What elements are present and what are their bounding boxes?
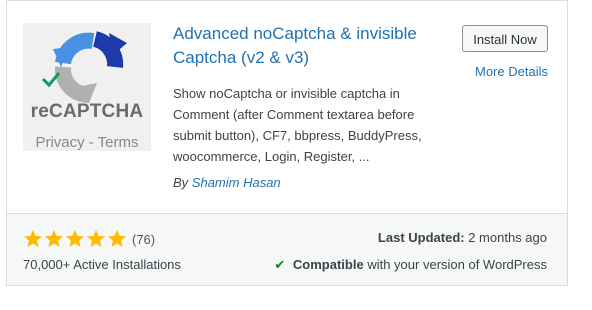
rating-count[interactable]: (76) [132,232,155,247]
star-icon [65,229,85,249]
last-updated-value: 2 months ago [468,230,547,245]
star-rating: (76) [23,229,155,249]
plugin-card: reCAPTCHA Privacy - Terms Advanced noCap… [6,0,568,286]
star-icon [86,229,106,249]
author-link[interactable]: Shamim Hasan [192,175,281,190]
recaptcha-arrows-icon [41,31,127,104]
plugin-name-link[interactable]: Advanced noCaptcha & invisible Captcha (… [173,22,433,70]
compat-strong: Compatible [292,257,364,272]
more-details-link[interactable]: More Details [475,64,548,79]
last-updated: Last Updated: 2 months ago [378,230,547,245]
active-installs: 70,000+ Active Installations [23,257,181,272]
author-prefix: By [173,175,189,190]
star-icon [107,229,127,249]
plugin-card-bottom: (76) 70,000+ Active Installations Last U… [7,213,567,285]
star-icon [44,229,64,249]
compat-rest: with your version of WordPress [367,257,547,272]
plugin-description: Show noCaptcha or invisible captcha in C… [173,86,422,164]
install-now-button[interactable]: Install Now [462,25,548,52]
checkmark-icon: ✔ [274,257,286,272]
plugin-card-top: reCAPTCHA Privacy - Terms Advanced noCap… [7,1,567,213]
compatibility: ✔ Compatible with your version of WordPr… [274,257,547,273]
plugin-author: By Shamim Hasan [173,175,281,190]
icon-sub-text: Privacy - Terms [35,134,139,151]
last-updated-label: Last Updated: [377,230,465,245]
icon-brand-text: reCAPTCHA [30,101,144,122]
star-icon [23,229,43,249]
recaptcha-logo-icon[interactable]: reCAPTCHA Privacy - Terms [23,23,151,151]
